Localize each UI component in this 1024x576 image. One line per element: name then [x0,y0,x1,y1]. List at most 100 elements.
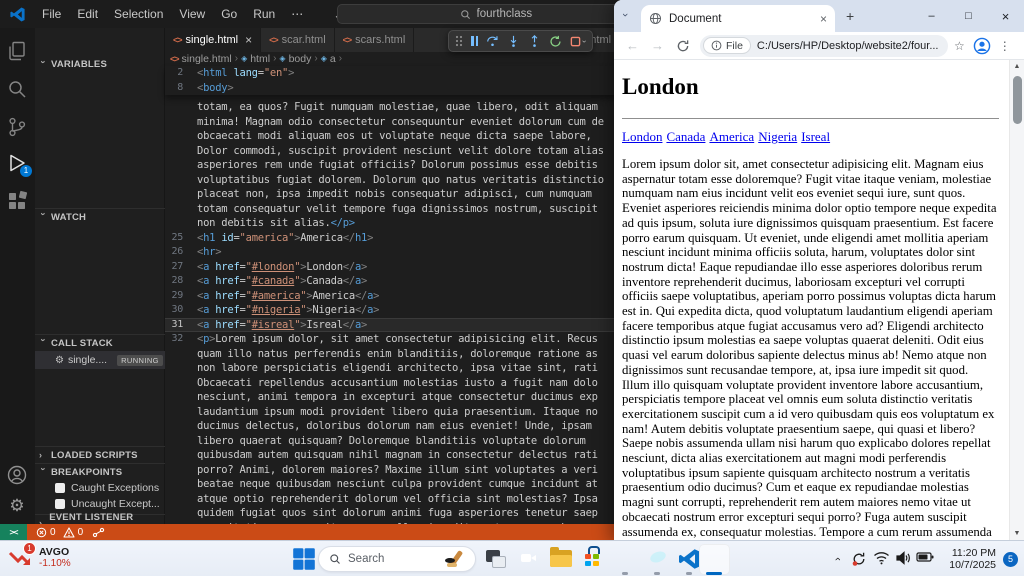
browser-menu-icon[interactable]: ⋮ [999,39,1011,53]
start-button-icon[interactable] [292,547,316,571]
editor-tab[interactable]: <> scars.html × [335,28,415,52]
code-text: beatae neque quibusdam nesciunt culpa pr… [197,477,598,492]
debug-port-indicator[interactable] [92,527,105,538]
file-scheme-chip[interactable]: File [703,37,751,54]
notification-badge[interactable]: 5 [1003,552,1018,567]
browser-scrollbar[interactable]: ▲ ▼ [1009,60,1024,540]
wifi-icon[interactable] [870,551,892,567]
call-stack-session[interactable]: ⚙ single.... RUNNING [35,351,165,369]
extensions-icon[interactable] [6,190,28,212]
url-text[interactable]: C:/Users/HP/Desktop/website2/four... [757,40,939,52]
problems-indicator[interactable]: 0 0 [36,527,83,538]
update-pending-icon[interactable] [848,551,870,567]
menu-item[interactable]: Run [245,0,283,28]
clock[interactable]: 11:20 PM 10/7/2025 [940,547,996,572]
maximize-button[interactable]: □ [950,10,987,22]
account-icon[interactable] [6,464,28,486]
close-icon[interactable]: × [245,33,252,47]
editor-tab[interactable]: <> single.html × [165,28,261,52]
tab-label: scar.html [282,34,326,46]
section-loaded-scripts[interactable]: › LOADED SCRIPTS [35,446,165,463]
tab-search-chevron-icon[interactable]: › [619,13,631,17]
search-sidebar-icon[interactable] [6,78,28,100]
menu-item[interactable]: View [171,0,213,28]
breakpoint-item[interactable]: Uncaught Except... [35,496,165,512]
browser-tab[interactable]: Document × [641,5,835,32]
restart-icon[interactable] [549,35,562,48]
back-icon[interactable]: ← [626,38,639,53]
address-bar[interactable]: File C:/Users/HP/Desktop/website2/four..… [700,35,948,57]
chrome-icon[interactable] [613,547,637,571]
tray-chevron-up-icon[interactable]: › [832,549,844,569]
section-call-stack[interactable]: › CALL STACK [35,334,165,351]
menu-item[interactable]: ⋯ [283,0,311,28]
menu-item[interactable]: File [34,0,69,28]
close-window-button[interactable]: × [987,9,1024,24]
run-debug-icon[interactable]: 1 [6,152,28,174]
menu-item[interactable]: Go [213,0,245,28]
section-watch[interactable]: › WATCH [35,208,165,225]
chat-icon[interactable] [517,547,541,571]
section-breakpoints[interactable]: › BREAKPOINTS [35,463,165,480]
scroll-up-icon[interactable]: ▲ [1010,63,1024,70]
bookmark-star-icon[interactable]: ☆ [954,39,965,53]
step-over-icon[interactable] [486,35,499,48]
breadcrumb-item[interactable]: ◈ html › [241,53,276,65]
chrome-active-icon[interactable] [703,547,727,571]
forward-icon[interactable]: → [651,38,664,53]
page-link[interactable]: Isreal [801,129,830,144]
editor-tab[interactable]: <> scar.html × [261,28,335,52]
edge-icon[interactable] [645,547,669,571]
breadcrumb-item[interactable]: <> single.html › [170,53,238,65]
tab-close-icon[interactable]: × [820,12,827,26]
breadcrumb-item[interactable]: ◈ a › [321,53,342,65]
microsoft-store-icon[interactable] [581,549,605,573]
new-tab-icon[interactable]: + [846,8,854,24]
volume-icon[interactable] [892,551,914,567]
task-view-icon[interactable] [485,548,509,572]
breadcrumb-item[interactable]: ◈ body › [279,53,317,65]
error-icon [36,527,47,538]
profile-avatar-icon[interactable] [973,37,991,55]
taskbar-search[interactable]: Search [318,546,476,572]
page-link[interactable]: Nigeria [758,129,797,144]
weather-stocks-widget[interactable]: 1 AVGO -1.10% [7,545,71,571]
page-link[interactable]: Canada [666,129,705,144]
step-into-icon[interactable] [507,35,520,48]
checkbox[interactable] [55,483,65,493]
menu-item[interactable]: Selection [106,0,171,28]
minimize-button[interactable]: – [913,10,950,22]
reload-icon[interactable] [676,39,690,53]
step-out-icon[interactable] [528,35,541,48]
code-text: <a href="#nigeria">Nigeria</a> [197,303,379,318]
pause-icon[interactable] [471,36,478,46]
explorer-icon[interactable] [6,40,28,62]
drag-handle-icon[interactable] [455,35,463,47]
scroll-down-icon[interactable]: ▼ [1010,530,1024,537]
hockey-day-icon [445,549,469,569]
menu-item[interactable]: Edit [69,0,106,28]
tab-label: single.html [186,34,239,46]
scrollbar-thumb[interactable] [1013,76,1022,124]
session-status-badge: RUNNING [117,355,163,366]
checkbox[interactable] [55,499,65,509]
breakpoint-label: Uncaught Except... [71,498,160,510]
page-link[interactable]: London [622,129,662,144]
page-link[interactable]: America [709,129,754,144]
line-number [165,158,197,173]
settings-gear-icon[interactable]: ⚙ [6,496,28,518]
code-text: <a href="#isreal">Isreal</a> [197,318,367,333]
remote-indicator[interactable]: >< [0,524,27,540]
line-number: 29 [165,289,197,304]
line-number [165,115,197,130]
section-variables[interactable]: › VARIABLES [35,56,165,73]
tray-time: 11:20 PM [940,547,996,560]
ticker-symbol: AVGO [39,546,71,558]
vscode-taskbar-icon[interactable] [677,547,701,571]
source-control-icon[interactable] [6,116,28,138]
battery-icon[interactable] [914,551,936,567]
chevron-down-icon[interactable]: › [580,40,589,43]
search-input[interactable] [477,8,567,20]
breakpoint-item[interactable]: Caught Exceptions [35,480,165,496]
file-explorer-icon[interactable] [549,549,573,573]
